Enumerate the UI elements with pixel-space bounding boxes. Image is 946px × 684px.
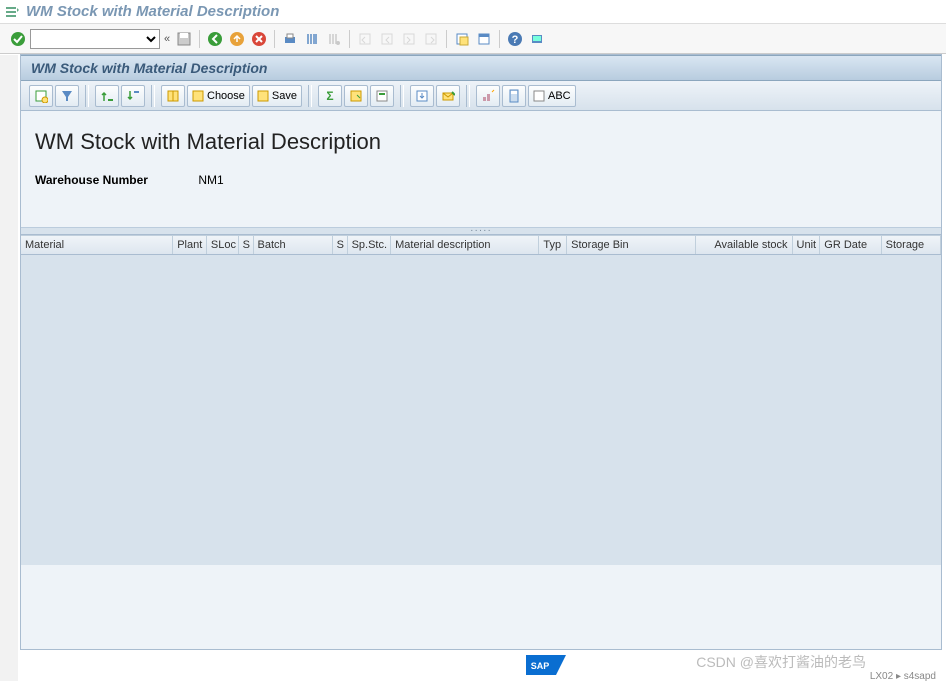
prev-page-icon[interactable]: [377, 29, 397, 49]
mail-button[interactable]: [436, 85, 460, 107]
enter-button[interactable]: [8, 29, 28, 49]
column-header[interactable]: S: [239, 236, 254, 254]
content-frame: WM Stock with Material Description Choos…: [20, 54, 942, 650]
alv-grid[interactable]: MaterialPlantSLocSBatchSSp.Stc.Material …: [21, 235, 941, 565]
cancel-button[interactable]: [249, 29, 269, 49]
warehouse-label: Warehouse Number: [35, 173, 195, 187]
column-header[interactable]: Sp.Stc.: [348, 236, 392, 254]
customize-icon[interactable]: [527, 29, 547, 49]
watermark: CSDN @喜欢打酱油的老鸟: [696, 652, 866, 672]
chevron-left-icon[interactable]: «: [164, 33, 170, 45]
back-button[interactable]: [205, 29, 225, 49]
exit-button[interactable]: [227, 29, 247, 49]
column-header[interactable]: Typ: [539, 236, 567, 254]
left-margin: [0, 55, 18, 681]
report-header: WM Stock with Material Description Wareh…: [21, 111, 941, 227]
status-bar: LX02 ▸ s4sapd: [870, 671, 936, 682]
calc-button[interactable]: [502, 85, 526, 107]
window-title-bar: WM Stock with Material Description: [0, 0, 946, 24]
filter-button[interactable]: [55, 85, 79, 107]
column-header[interactable]: S: [333, 236, 348, 254]
subtotal-button[interactable]: [344, 85, 368, 107]
sort-desc-button[interactable]: [121, 85, 145, 107]
column-header[interactable]: Storage Bin: [567, 236, 696, 254]
details-button[interactable]: [29, 85, 53, 107]
tcode: LX02: [870, 671, 893, 682]
column-header[interactable]: Unit: [793, 236, 821, 254]
choose-button[interactable]: Choose: [187, 85, 250, 107]
column-header[interactable]: GR Date: [820, 236, 881, 254]
window-title: WM Stock with Material Description: [26, 3, 279, 20]
choose-label: Choose: [207, 90, 245, 102]
find-icon[interactable]: [302, 29, 322, 49]
download-button[interactable]: [410, 85, 434, 107]
new-session-icon[interactable]: [452, 29, 472, 49]
panel-title-bar: WM Stock with Material Description: [21, 55, 941, 81]
column-header[interactable]: Material description: [391, 236, 539, 254]
command-field[interactable]: [30, 29, 160, 49]
find-next-icon[interactable]: [324, 29, 344, 49]
column-header[interactable]: SLoc: [207, 236, 239, 254]
status-extra: s4sapd: [904, 671, 936, 682]
column-header[interactable]: Storage: [882, 236, 941, 254]
column-header[interactable]: Plant: [173, 236, 207, 254]
splitter[interactable]: [21, 227, 941, 235]
print-icon[interactable]: [280, 29, 300, 49]
save-icon[interactable]: [174, 29, 194, 49]
help-icon[interactable]: ?: [505, 29, 525, 49]
layout-button[interactable]: [161, 85, 185, 107]
warehouse-value: NM1: [198, 173, 223, 187]
grid-header-row: MaterialPlantSLocSBatchSSp.Stc.Material …: [21, 235, 941, 255]
main-toolbar: « ?: [0, 24, 946, 54]
next-page-icon[interactable]: [399, 29, 419, 49]
save-label: Save: [272, 90, 297, 102]
first-page-icon[interactable]: [355, 29, 375, 49]
sap-logo: SAP: [526, 655, 566, 678]
graphic-button[interactable]: [476, 85, 500, 107]
save-layout-button[interactable]: Save: [252, 85, 302, 107]
svg-text:SAP: SAP: [531, 661, 550, 671]
last-page-icon[interactable]: [421, 29, 441, 49]
layout-icon[interactable]: [474, 29, 494, 49]
column-header[interactable]: Available stock: [696, 236, 793, 254]
alv-toolbar: Choose Save Σ ABC: [21, 81, 941, 111]
warehouse-row: Warehouse Number NM1: [35, 173, 927, 187]
export-button[interactable]: [370, 85, 394, 107]
sum-button[interactable]: Σ: [318, 85, 342, 107]
panel-title: WM Stock with Material Description: [31, 60, 267, 76]
svg-text:Σ: Σ: [326, 89, 333, 103]
svg-text:?: ?: [512, 34, 519, 46]
menu-icon[interactable]: [4, 4, 20, 20]
column-header[interactable]: Material: [21, 236, 173, 254]
sort-asc-button[interactable]: [95, 85, 119, 107]
abc-button[interactable]: ABC: [528, 85, 576, 107]
abc-label: ABC: [548, 90, 571, 102]
report-title: WM Stock with Material Description: [35, 129, 927, 155]
column-header[interactable]: Batch: [254, 236, 333, 254]
